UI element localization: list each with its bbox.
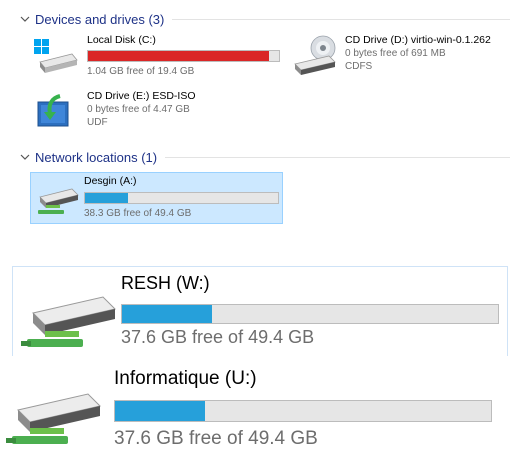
usage-fill-desgin-a <box>85 193 129 203</box>
drive-free-info-u: 37.6 GB free of 49.4 GB <box>114 428 318 449</box>
devices-group-label: Devices and drives (3) <box>35 11 165 27</box>
drive-free-cd-e: 0 bytes free of 4.47 GB <box>87 104 190 115</box>
drive-tile-local-c[interactable]: Local Disk (C:) 1.04 GB free of 19.4 GB <box>30 32 280 80</box>
drive-name-cd-d: CD Drive (D:) virtio-win-0.1.262 <box>345 34 491 46</box>
network-drive-icon <box>6 393 101 444</box>
chevron-down-icon <box>20 16 30 22</box>
drive-fs-cd-e: UDF <box>87 117 108 128</box>
drive-tile-desgin-a[interactable]: Desgin (A:) 38.3 GB free of 49.4 GB <box>30 172 283 224</box>
group-divider <box>172 18 510 20</box>
network-group-header[interactable]: Network locations (1) <box>20 149 510 165</box>
devices-group-header[interactable]: Devices and drives (3) <box>20 11 510 27</box>
drive-tile-resh-w[interactable]: RESH (W:) 37.6 GB free of 49.4 GB <box>12 266 508 356</box>
drive-name-cd-e: CD Drive (E:) ESD-ISO <box>87 90 196 102</box>
windows-drive-icon <box>34 39 78 73</box>
drive-name-local-c: Local Disk (C:) <box>87 34 156 46</box>
cd-install-icon <box>37 94 69 127</box>
drive-name-resh-w: RESH (W:) <box>121 273 210 293</box>
drive-tile-info-u[interactable]: Informatique (U:) 37.6 GB free of 49.4 G… <box>0 360 512 456</box>
usage-bar-resh-w <box>121 304 499 324</box>
drive-tile-cd-d[interactable]: CD Drive (D:) virtio-win-0.1.262 0 bytes… <box>292 32 510 80</box>
drive-free-cd-d: 0 bytes free of 691 MB <box>345 48 446 59</box>
network-drive-icon <box>38 188 79 214</box>
usage-fill-local-c <box>88 51 269 61</box>
drive-free-desgin-a: 38.3 GB free of 49.4 GB <box>84 208 192 219</box>
usage-bar-desgin-a <box>84 192 279 204</box>
cd-drive-icon <box>294 35 336 75</box>
network-drive-icon <box>21 296 116 347</box>
group-divider <box>165 156 510 158</box>
drive-name-info-u: Informatique (U:) <box>114 368 257 389</box>
usage-fill-info-u <box>115 401 205 421</box>
drive-free-resh-w: 37.6 GB free of 49.4 GB <box>121 327 315 347</box>
usage-fill-resh-w <box>122 305 212 323</box>
drive-free-local-c: 1.04 GB free of 19.4 GB <box>87 66 195 77</box>
usage-bar-info-u <box>114 400 492 422</box>
drive-fs-cd-d: CDFS <box>345 61 373 72</box>
drive-tile-cd-e[interactable]: CD Drive (E:) ESD-ISO 0 bytes free of 4.… <box>30 88 280 136</box>
network-group-label: Network locations (1) <box>35 149 158 165</box>
drive-name-desgin-a: Desgin (A:) <box>84 175 137 187</box>
usage-bar-local-c <box>87 50 280 62</box>
chevron-down-icon <box>20 154 30 160</box>
